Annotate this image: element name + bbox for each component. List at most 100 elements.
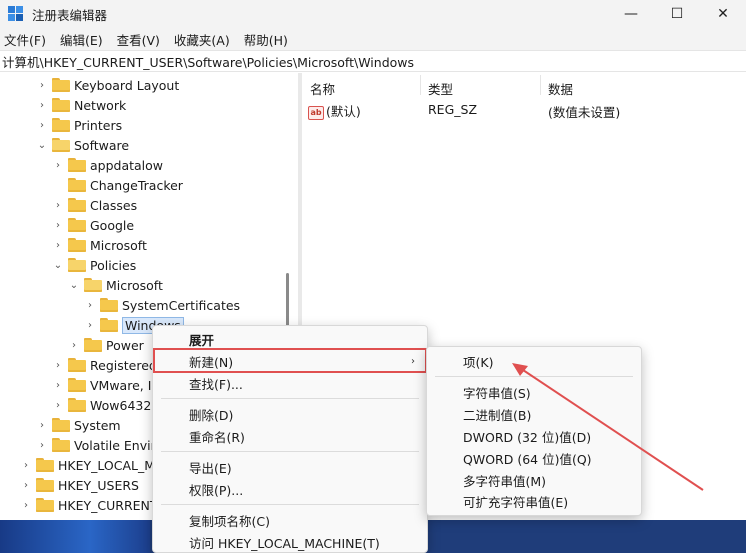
menu-item-permissions[interactable]: 权限(P)...	[153, 478, 427, 500]
menu-edit[interactable]: 编辑(E)	[60, 30, 111, 49]
chevron-right-icon[interactable]: ›	[52, 159, 64, 171]
menu-separator	[435, 376, 633, 377]
folder-open-icon	[68, 258, 86, 272]
tree-node[interactable]: ⌄ Policies	[52, 255, 136, 275]
menu-item-copy-key-name[interactable]: 复制项名称(C)	[153, 509, 427, 531]
chevron-right-icon[interactable]: ›	[52, 239, 64, 251]
tree-node[interactable]: › SystemCertificates	[84, 295, 240, 315]
folder-icon	[68, 358, 86, 372]
title-bar: 注册表编辑器 — ☐ ✕	[0, 0, 746, 28]
tree-node[interactable]: › Google	[52, 215, 134, 235]
menu-help[interactable]: 帮助(H)	[244, 30, 296, 49]
menu-separator	[161, 451, 419, 452]
tree-node[interactable]: › Keyboard Layout	[36, 75, 179, 95]
chevron-right-icon[interactable]: ›	[84, 299, 96, 311]
chevron-right-icon[interactable]: ›	[20, 479, 32, 491]
minimize-button[interactable]: —	[608, 0, 654, 28]
address-bar[interactable]: 计算机\HKEY_CURRENT_USER\Software\Policies\…	[0, 50, 746, 72]
chevron-right-icon[interactable]: ›	[52, 399, 64, 411]
column-divider[interactable]	[420, 75, 421, 95]
submenu-item-key[interactable]: 项(K)	[427, 350, 641, 372]
list-header: 名称 类型 数据	[302, 73, 746, 99]
chevron-right-icon[interactable]: ›	[68, 339, 80, 351]
tree-node[interactable]: › HKEY_USERS	[20, 475, 139, 495]
menu-separator	[161, 398, 419, 399]
tree-node[interactable]: › HKEY_CURRENT_	[20, 495, 164, 515]
folder-icon	[68, 198, 86, 212]
submenu-item-multi-string-value[interactable]: 多字符串值(M)	[427, 469, 641, 491]
menu-file[interactable]: 文件(F)	[4, 30, 54, 49]
new-submenu: 项(K) 字符串值(S) 二进制值(B) DWORD (32 位)值(D) QW…	[426, 346, 642, 516]
folder-icon	[84, 338, 102, 352]
chevron-right-icon[interactable]: ›	[36, 439, 48, 451]
menu-item-export[interactable]: 导出(E)	[153, 456, 427, 478]
highlight-box-new	[153, 348, 427, 373]
chevron-down-icon[interactable]: ⌄	[36, 139, 48, 151]
submenu-item-qword-value[interactable]: QWORD (64 位)值(Q)	[427, 447, 641, 469]
submenu-item-dword-value[interactable]: DWORD (32 位)值(D)	[427, 425, 641, 447]
menu-favorites[interactable]: 收藏夹(A)	[174, 30, 238, 49]
window-title: 注册表编辑器	[32, 7, 108, 23]
tree-node[interactable]: › Volatile Enviro	[36, 435, 163, 455]
chevron-right-icon[interactable]: ›	[52, 359, 64, 371]
tree-node[interactable]: › VMware, In	[52, 375, 159, 395]
folder-icon	[68, 218, 86, 232]
menu-item-find[interactable]: 查找(F)...	[153, 372, 427, 394]
tree-node[interactable]: ⌄ Software	[36, 135, 129, 155]
menu-item-goto-hklm[interactable]: 访问 HKEY_LOCAL_MACHINE(T)	[153, 531, 427, 553]
table-row[interactable]: ab (默认) REG_SZ (数值未设置)	[302, 99, 746, 120]
folder-icon	[68, 158, 86, 172]
chevron-right-icon[interactable]: ›	[20, 499, 32, 511]
chevron-right-icon[interactable]: ›	[36, 99, 48, 111]
chevron-right-icon[interactable]: ›	[52, 219, 64, 231]
chevron-right-icon[interactable]: ›	[84, 319, 96, 331]
column-data[interactable]: 数据	[548, 79, 573, 98]
tree-node[interactable]: › Printers	[36, 115, 122, 135]
tree-node[interactable]: ChangeTracker	[52, 175, 183, 195]
folder-icon	[68, 178, 86, 192]
tree-node[interactable]: › appdatalow	[52, 155, 163, 175]
tree-node[interactable]: › Microsoft	[52, 235, 147, 255]
tree-node[interactable]: ⌄ Microsoft	[68, 275, 163, 295]
address-path: 计算机\HKEY_CURRENT_USER\Software\Policies\…	[2, 54, 415, 70]
menu-item-rename[interactable]: 重命名(R)	[153, 425, 427, 447]
chevron-right-icon[interactable]: ›	[36, 419, 48, 431]
folder-open-icon	[84, 278, 102, 292]
close-button[interactable]: ✕	[700, 0, 746, 28]
desktop-background	[0, 520, 150, 553]
value-type-cell: REG_SZ	[428, 102, 478, 117]
tree-node[interactable]: › Classes	[52, 195, 137, 215]
chevron-right-icon[interactable]: ›	[52, 199, 64, 211]
tree-node[interactable]: › System	[36, 415, 121, 435]
value-data-cell: (数值未设置)	[548, 105, 621, 120]
chevron-right-icon[interactable]: ›	[52, 379, 64, 391]
chevron-down-icon[interactable]: ⌄	[52, 259, 64, 271]
menu-item-expand[interactable]: 展开	[153, 328, 427, 350]
tree-node[interactable]: › Power	[68, 335, 144, 355]
column-type[interactable]: 类型	[428, 79, 453, 98]
column-name[interactable]: 名称	[310, 79, 335, 98]
column-divider[interactable]	[540, 75, 541, 95]
menu-bar: 文件(F) 编辑(E) 查看(V) 收藏夹(A) 帮助(H)	[0, 28, 746, 50]
folder-icon	[68, 238, 86, 252]
folder-icon	[52, 418, 70, 432]
menu-item-delete[interactable]: 删除(D)	[153, 403, 427, 425]
folder-open-icon	[52, 138, 70, 152]
submenu-item-string-value[interactable]: 字符串值(S)	[427, 381, 641, 403]
chevron-right-icon[interactable]: ›	[36, 119, 48, 131]
folder-icon	[52, 118, 70, 132]
folder-icon	[100, 318, 118, 332]
chevron-right-icon[interactable]: ›	[36, 79, 48, 91]
menu-separator	[161, 504, 419, 505]
submenu-item-expandable-string-value[interactable]: 可扩充字符串值(E)	[427, 491, 641, 511]
menu-view[interactable]: 查看(V)	[117, 30, 168, 49]
chevron-down-icon[interactable]: ⌄	[68, 279, 80, 291]
folder-icon	[68, 378, 86, 392]
tree-node[interactable]: › Wow6432N	[52, 395, 161, 415]
submenu-item-binary-value[interactable]: 二进制值(B)	[427, 403, 641, 425]
tree-node[interactable]: › Registered	[52, 355, 157, 375]
tree-node[interactable]: › Network	[36, 95, 126, 115]
chevron-right-icon[interactable]: ›	[20, 459, 32, 471]
tree-node[interactable]: › HKEY_LOCAL_MA	[20, 455, 164, 475]
maximize-button[interactable]: ☐	[654, 0, 700, 28]
